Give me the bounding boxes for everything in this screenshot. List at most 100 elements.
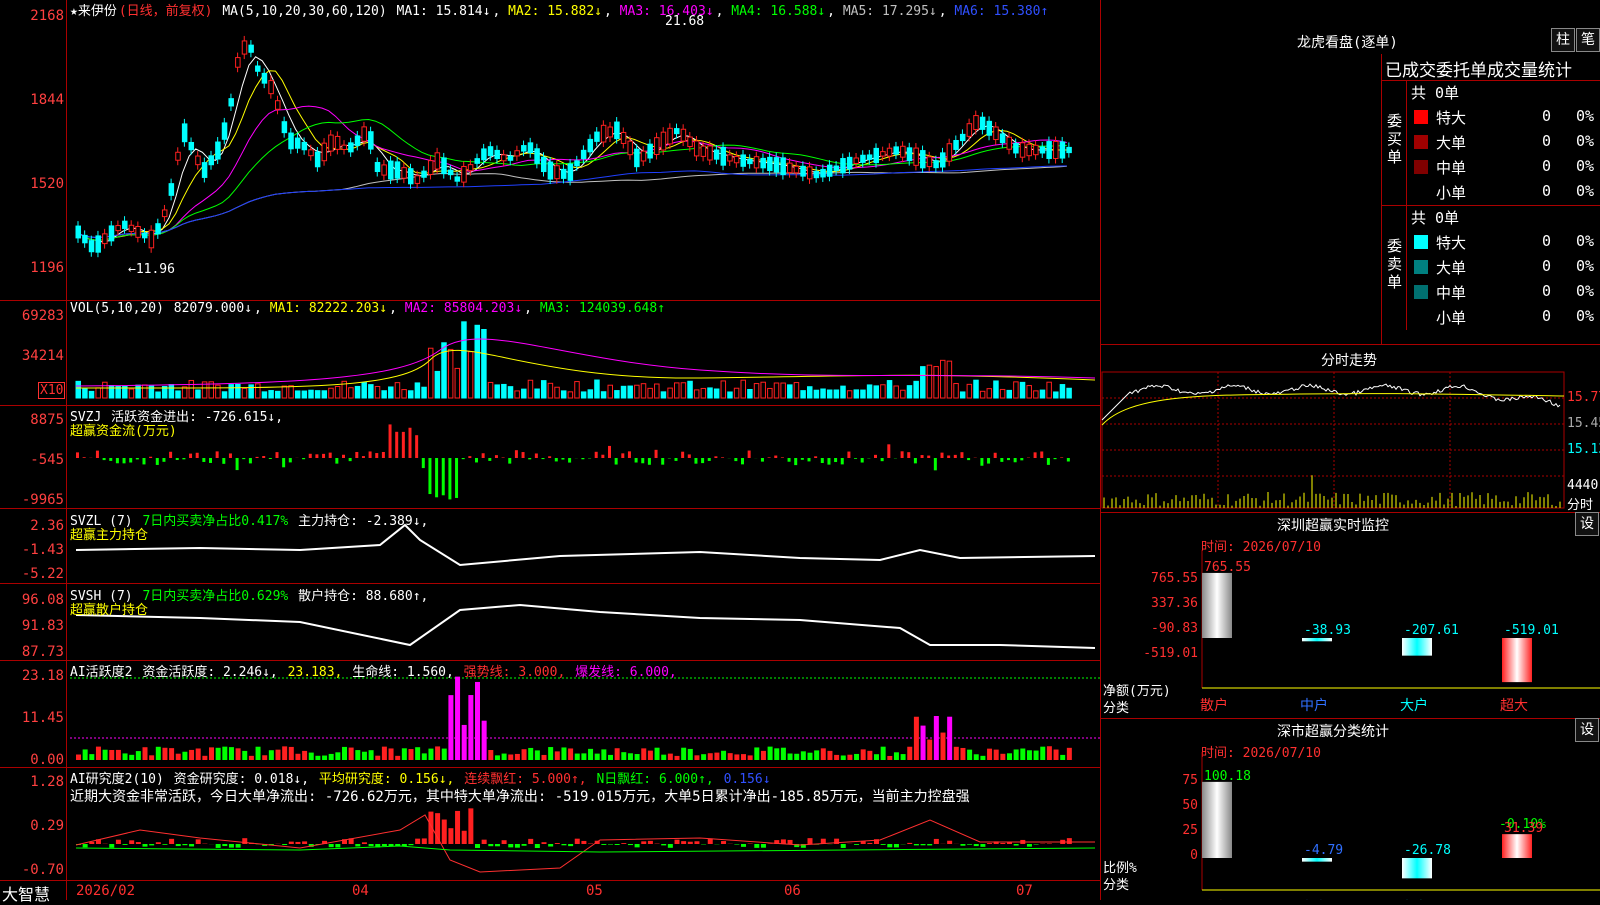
chart-canvas[interactable] (0, 0, 1100, 900)
candle-body (362, 127, 367, 141)
volume-bar (694, 390, 699, 398)
candle-body (761, 158, 766, 167)
ai2-nred: N日飘红: 6.000↑, (596, 772, 713, 787)
research-bar (149, 844, 154, 845)
volume-bar (561, 391, 566, 398)
volume-bar (329, 388, 334, 398)
activity-bar (515, 754, 520, 760)
vol-unit-badge[interactable]: X10 (38, 382, 65, 399)
volume-bar (83, 389, 88, 398)
brand-logo[interactable]: 大智慧 (2, 881, 50, 905)
research-bar (422, 838, 427, 844)
research-bar (694, 841, 699, 844)
fund-flow-bar (601, 455, 604, 458)
ai2-avg: 平均研究度: 0.156↓, (319, 772, 454, 787)
sz-class-settings-button[interactable]: 设 (1575, 718, 1599, 742)
svsh-ytick: 96.08 (0, 592, 64, 608)
volume-bar (542, 381, 547, 398)
research-bar (468, 808, 473, 844)
order-size-label: 特大 (1436, 232, 1466, 253)
tick-mode-button[interactable]: 笔 (1576, 28, 1600, 52)
volume-bar (535, 389, 540, 398)
activity-bar (947, 717, 952, 760)
fund-flow-bar (628, 451, 631, 458)
activity-bar (242, 751, 247, 760)
candle-body (694, 141, 699, 156)
activity-bar (635, 754, 640, 760)
activity-bar (761, 751, 766, 760)
volume-bar (608, 385, 613, 398)
activity-bar (788, 754, 793, 760)
ai1-ytick: 11.45 (0, 710, 64, 726)
volume-bar (721, 381, 726, 398)
volume-bar (76, 381, 81, 398)
candle-body (947, 144, 952, 162)
activity-bar (442, 749, 447, 760)
order-percent: 0% (1576, 182, 1594, 200)
svzl-ytick: 2.36 (0, 518, 64, 534)
volume-bar (295, 391, 300, 398)
fund-flow-bar (369, 451, 372, 458)
volume-bar (748, 389, 753, 398)
order-color-swatch (1414, 110, 1428, 124)
fund-flow-bar (169, 452, 172, 458)
ai1-value: 资金活跃度: 2.246↓, (142, 665, 277, 680)
activity-bar (355, 750, 360, 760)
fund-flow-bar (123, 458, 126, 463)
volume-bar (814, 390, 819, 398)
candle-body (748, 159, 753, 163)
activity-bar (768, 747, 773, 760)
candle-body (881, 152, 886, 156)
fund-flow-bar (608, 446, 611, 458)
research-bar (335, 844, 340, 847)
sz-monitor-settings-button[interactable]: 设 (1575, 512, 1599, 536)
research-bar (302, 841, 307, 844)
volume-bar (581, 392, 586, 398)
research-bar (502, 840, 507, 844)
candle-body (309, 150, 314, 156)
candle-body (834, 166, 839, 170)
candle-body (382, 165, 387, 175)
volume-bar (601, 392, 606, 398)
fund-flow-bar (129, 458, 132, 462)
candle-body (375, 162, 380, 171)
activity-bar (688, 749, 693, 760)
price-ytick: 2168 (0, 8, 64, 24)
activity-bar (595, 754, 600, 760)
activity-bar (941, 733, 946, 760)
volume-bar (781, 383, 786, 398)
candle-body (907, 148, 912, 161)
research-bar (635, 844, 640, 847)
research-bar (116, 840, 121, 844)
volume-bar (189, 380, 194, 398)
activity-bar (967, 750, 972, 760)
volume-bar (1047, 382, 1052, 398)
candle-body (409, 169, 414, 184)
candle-body (1060, 142, 1065, 158)
research-bar (136, 842, 141, 844)
activity-bar (854, 754, 859, 760)
volume-bar (734, 388, 739, 398)
volume-bar (322, 391, 327, 398)
volume-bar (475, 325, 480, 398)
activity-bar (1014, 749, 1019, 760)
svsh-sub: 超赢散户持仓 (70, 599, 148, 618)
volume-bar (967, 384, 972, 398)
volume-bar (1007, 390, 1012, 398)
bar-mode-button[interactable]: 柱 (1551, 28, 1575, 52)
vol-ytick: 34214 (0, 348, 64, 364)
fund-flow-bar (508, 458, 511, 464)
activity-bar (369, 750, 374, 760)
fund-flow-bar (103, 458, 106, 460)
research-bar (621, 843, 626, 844)
activity-bar (282, 746, 287, 760)
ai2-ytick: -0.70 (0, 862, 64, 878)
candle-body (515, 151, 520, 156)
volume-bar (448, 349, 453, 398)
activity-bar (256, 747, 261, 760)
activity-bar (555, 751, 560, 760)
candle-body (581, 150, 586, 158)
activity-bar (754, 747, 759, 760)
research-bar (289, 842, 294, 844)
order-count: 0 (1542, 232, 1551, 250)
